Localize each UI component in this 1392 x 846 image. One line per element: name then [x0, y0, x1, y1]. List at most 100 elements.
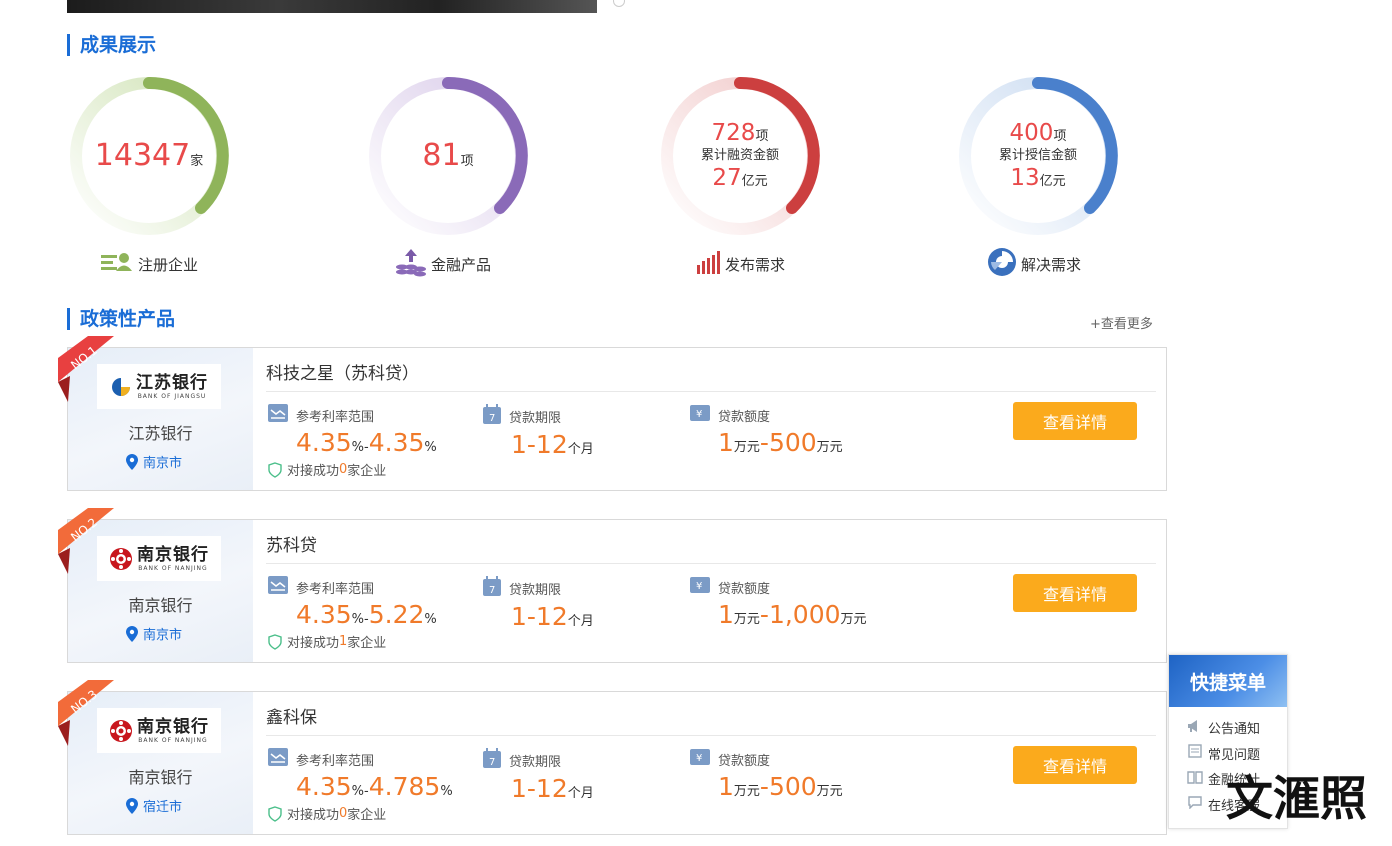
- stat-value-2: 13: [1010, 165, 1040, 191]
- term-label: 贷款期限: [509, 582, 562, 598]
- view-more-link[interactable]: +查看更多: [1090, 313, 1153, 332]
- trend-chart-icon: [268, 576, 288, 598]
- rate-label: 参考利率范围: [296, 581, 375, 597]
- view-detail-button[interactable]: 查看详情: [1013, 746, 1137, 784]
- stat-gauge-products: 81项: [364, 72, 532, 235]
- watermark-logo: 文滙照: [1226, 772, 1367, 827]
- stat-unit: 家: [190, 154, 204, 169]
- product-title[interactable]: 科技之星（苏科贷）: [266, 359, 419, 384]
- product-card: 南京银行 BANK OF NANJING 南京银行 宿迁市 NO.3 鑫科保 参…: [58, 680, 1167, 835]
- amount-label: 贷款额度: [718, 409, 771, 425]
- view-detail-button[interactable]: 查看详情: [1013, 402, 1137, 440]
- product-card: 南京银行 BANK OF NANJING 南京银行 南京市 NO.2 苏科贷 参…: [58, 508, 1167, 663]
- logo-text-en: BANK OF NANJING: [138, 736, 208, 744]
- rate-label: 参考利率范围: [296, 409, 375, 425]
- view-detail-button[interactable]: 查看详情: [1013, 574, 1137, 612]
- amount-value: 1万元-500万元: [718, 428, 843, 457]
- yuan-icon: ¥: [690, 748, 710, 770]
- product-title[interactable]: 鑫科保: [266, 703, 317, 728]
- stat-gauge-demands: 728项 累计融资金额 27亿元: [656, 72, 824, 235]
- quick-item-faq[interactable]: 常见问题: [1169, 741, 1287, 767]
- term-value: 1-12个月: [511, 774, 594, 803]
- stat-label-text: 解决需求: [1021, 255, 1082, 274]
- quick-item-label: 常见问题: [1208, 747, 1261, 763]
- quick-item-notice[interactable]: 公告通知: [1169, 715, 1287, 741]
- stat-value: 728: [711, 120, 756, 146]
- stat-gauge-enterprises: 14347家: [65, 72, 233, 235]
- stat-gauge-resolved: 400项 累计授信金额 13亿元: [954, 72, 1122, 235]
- shield-icon: [268, 461, 282, 478]
- svg-text:7: 7: [489, 757, 495, 768]
- term-field: 7 贷款期限 1-12个月: [483, 404, 594, 465]
- shield-icon: [268, 805, 282, 822]
- stat-label-demands: 发布需求: [695, 248, 785, 280]
- stat-sub: 累计授信金额: [998, 148, 1077, 163]
- amount-label: 贷款额度: [718, 581, 771, 597]
- svg-text:¥: ¥: [696, 409, 702, 420]
- enterprise-icon: [100, 251, 134, 277]
- bank-name: 南京银行: [128, 596, 193, 615]
- stat-value: 14347: [94, 138, 191, 173]
- stat-label-resolved: 解决需求: [987, 248, 1081, 280]
- logo-text-en: BANK OF NANJING: [138, 564, 208, 572]
- bank-city: 南京市: [126, 624, 182, 643]
- page: { "section_results": { "title": "成果展示" }…: [0, 0, 1392, 846]
- svg-text:7: 7: [489, 585, 495, 596]
- logo-text-en: BANK OF JIANGSU: [137, 392, 207, 400]
- match-count: 对接成功 1 家企业: [268, 632, 386, 651]
- divider: [266, 735, 1156, 736]
- nanjing-bank-logo: 南京银行 BANK OF NANJING: [97, 536, 221, 581]
- carousel-dot[interactable]: [613, 0, 625, 7]
- stat-unit-2: 亿元: [741, 174, 768, 189]
- city-text: 宿迁市: [143, 800, 183, 815]
- term-field: 7 贷款期限 1-12个月: [483, 576, 594, 637]
- location-pin-icon: [126, 453, 138, 470]
- location-pin-icon: [126, 625, 138, 642]
- logo-text-cn: 南京银行: [137, 716, 209, 737]
- stat-label-products: 金融产品: [395, 248, 491, 280]
- stat-label-text: 发布需求: [725, 255, 786, 274]
- svg-text:7: 7: [489, 413, 495, 424]
- amount-value: 1万元-500万元: [718, 772, 843, 801]
- amount-label: 贷款额度: [718, 753, 771, 769]
- book-icon: [1187, 770, 1203, 788]
- section-title-results: 成果展示: [67, 34, 156, 56]
- bank-city: 宿迁市: [126, 796, 182, 815]
- bar-chart-icon: [695, 249, 721, 279]
- location-pin-icon: [126, 797, 138, 814]
- term-field: 7 贷款期限 1-12个月: [483, 748, 594, 809]
- term-value: 1-12个月: [511, 430, 594, 459]
- rank-ribbon: NO.3: [58, 680, 114, 746]
- megaphone-icon: [1187, 719, 1203, 737]
- stat-label-text: 金融产品: [431, 255, 492, 274]
- quick-menu-title: 快捷菜单: [1169, 655, 1287, 707]
- svg-text:¥: ¥: [696, 753, 702, 764]
- calendar-icon: 7: [483, 404, 501, 428]
- bank-name: 江苏银行: [128, 424, 193, 443]
- rank-ribbon: NO.1: [58, 336, 114, 402]
- city-text: 南京市: [143, 456, 183, 471]
- logo-text-cn: 南京银行: [137, 544, 209, 565]
- stat-unit: 项: [755, 129, 769, 144]
- section-title-policy: 政策性产品: [67, 308, 175, 330]
- rate-field: 参考利率范围 4.35%-4.785%: [268, 748, 453, 807]
- calendar-icon: 7: [483, 576, 501, 600]
- product-title[interactable]: 苏科贷: [266, 531, 317, 556]
- match-count: 对接成功 0 家企业: [268, 460, 386, 479]
- stat-value-2: 27: [712, 165, 742, 191]
- stat-sub: 累计融资金额: [700, 148, 779, 163]
- money-stack-icon: [395, 247, 427, 281]
- stat-unit: 项: [1053, 129, 1067, 144]
- jiangsu-bank-logo: 江苏银行 BANK OF JIANGSU: [97, 364, 221, 409]
- trend-chart-icon: [268, 748, 288, 770]
- divider: [266, 391, 1156, 392]
- term-label: 贷款期限: [509, 410, 562, 426]
- rate-label: 参考利率范围: [296, 753, 375, 769]
- trend-chart-icon: [268, 404, 288, 426]
- rate-value: 4.35%-4.35%: [296, 428, 437, 457]
- calendar-icon: 7: [483, 748, 501, 772]
- bank-name: 南京银行: [128, 768, 193, 787]
- rate-field: 参考利率范围 4.35%-5.22%: [268, 576, 437, 635]
- bank-city: 南京市: [126, 452, 182, 471]
- stat-label-enterprises: 注册企业: [100, 248, 198, 280]
